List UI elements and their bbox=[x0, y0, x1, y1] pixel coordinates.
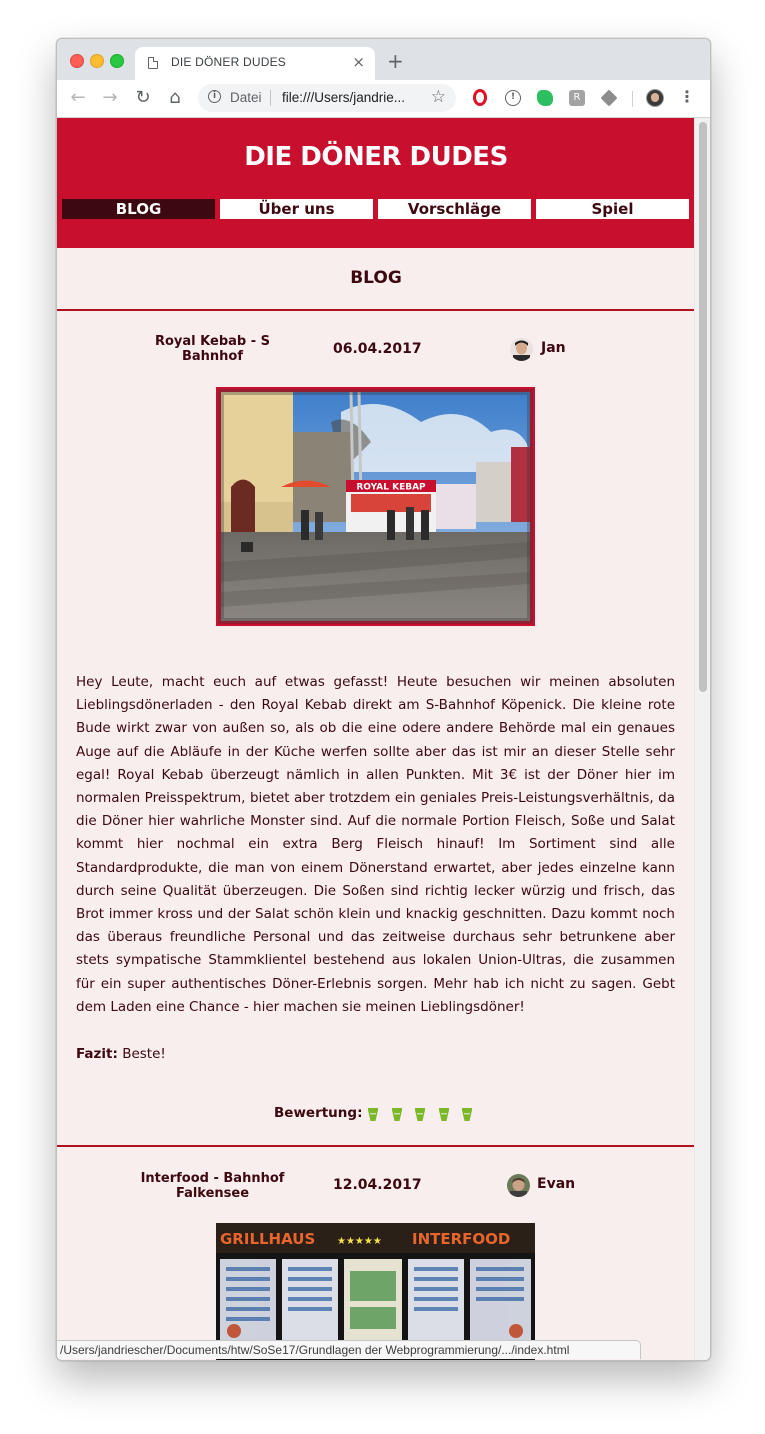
rating-label: Bewertung: bbox=[274, 1105, 363, 1121]
browser-window: DIE DÖNER DUDES × + ← → ↻ ⌂ i Datei file… bbox=[56, 38, 711, 1361]
r-icon[interactable]: R bbox=[569, 90, 585, 106]
forward-arrow-icon[interactable]: → bbox=[99, 87, 121, 108]
tab-title: DIE DÖNER DUDES bbox=[171, 55, 287, 69]
rating-doener-icon bbox=[438, 1107, 449, 1121]
author-name: Jan bbox=[541, 340, 566, 356]
url-scheme-label: Datei bbox=[230, 90, 262, 105]
scrollbar[interactable] bbox=[694, 118, 710, 1360]
image-sign-stars: ★★★★★ bbox=[337, 1236, 382, 1247]
evernote-icon[interactable] bbox=[537, 90, 553, 106]
main-nav: BLOG Über uns Vorschläge Spiel bbox=[62, 199, 689, 220]
post-date: 12.04.2017 bbox=[333, 1177, 422, 1193]
rating-doener-icon bbox=[391, 1107, 402, 1121]
rating-doener-icon bbox=[368, 1107, 378, 1121]
post-title: Royal Kebab - S Bahnhof bbox=[154, 334, 271, 364]
new-tab-button[interactable]: + bbox=[387, 49, 404, 73]
status-bar: /Users/jandriescher/Documents/htw/SoSe17… bbox=[57, 1340, 641, 1359]
verdict-label: Fazit: bbox=[76, 1046, 118, 1062]
close-icon[interactable]: × bbox=[352, 53, 365, 71]
divider bbox=[270, 90, 271, 106]
image-sign-text: INTERFOOD bbox=[412, 1230, 510, 1248]
url-text[interactable]: file:///Users/jandrie... bbox=[282, 90, 405, 105]
avatar bbox=[510, 338, 533, 361]
address-bar[interactable]: i Datei file:///Users/jandrie... ☆ bbox=[198, 84, 456, 112]
divider bbox=[57, 1145, 695, 1147]
rating-doener-icon bbox=[415, 1107, 425, 1121]
verdict-text: Beste! bbox=[122, 1046, 166, 1062]
maximize-window-button[interactable] bbox=[110, 54, 124, 68]
layers-icon[interactable] bbox=[600, 89, 618, 107]
nav-item-blog[interactable]: BLOG bbox=[62, 199, 215, 219]
image-sign-text: GRILLHAUS bbox=[220, 1230, 315, 1248]
info-icon[interactable]: ! bbox=[505, 90, 521, 106]
page-icon bbox=[148, 57, 158, 69]
divider bbox=[632, 91, 633, 107]
close-window-button[interactable] bbox=[70, 54, 84, 68]
author-name: Evan bbox=[537, 1176, 576, 1192]
nav-item-ueber-uns[interactable]: Über uns bbox=[220, 199, 373, 219]
avatar[interactable] bbox=[646, 89, 664, 107]
browser-toolbar: ← → ↻ ⌂ i Datei file:///Users/jandrie...… bbox=[57, 80, 710, 118]
post-title: Interfood - Bahnhof Falkensee bbox=[140, 1171, 285, 1201]
minimize-window-button[interactable] bbox=[90, 54, 104, 68]
back-arrow-icon[interactable]: ← bbox=[67, 87, 89, 108]
menu-icon[interactable]: ⋮ bbox=[679, 87, 695, 106]
post-image-sign: ROYAL KEBAP bbox=[356, 483, 426, 493]
bookmark-star-icon[interactable]: ☆ bbox=[431, 87, 446, 107]
info-icon[interactable]: i bbox=[208, 90, 221, 103]
site-header: DIE DÖNER DUDES BLOG Über uns Vorschläge… bbox=[57, 118, 695, 248]
rating-doener-icon bbox=[462, 1107, 472, 1121]
post-image: ROYAL KEBAP bbox=[216, 387, 535, 626]
browser-tab[interactable]: DIE DÖNER DUDES × bbox=[135, 47, 375, 80]
page-viewport[interactable]: DIE DÖNER DUDES BLOG Über uns Vorschläge… bbox=[57, 118, 710, 1360]
avatar bbox=[507, 1174, 530, 1197]
nav-item-vorschlaege[interactable]: Vorschläge bbox=[378, 199, 531, 219]
scrollbar-thumb[interactable] bbox=[699, 122, 707, 692]
nav-item-spiel[interactable]: Spiel bbox=[536, 199, 689, 219]
post-verdict: Fazit: Beste! bbox=[76, 1046, 166, 1062]
tab-strip: DIE DÖNER DUDES × + bbox=[57, 39, 710, 80]
site-title: DIE DÖNER DUDES bbox=[244, 142, 508, 172]
divider bbox=[57, 309, 695, 311]
post-date: 06.04.2017 bbox=[333, 341, 422, 357]
opera-icon[interactable] bbox=[473, 89, 487, 106]
post-body: Hey Leute, macht euch auf etwas gefasst!… bbox=[76, 674, 675, 1015]
reload-icon[interactable]: ↻ bbox=[132, 87, 154, 108]
section-heading: BLOG bbox=[350, 268, 402, 288]
home-icon[interactable]: ⌂ bbox=[164, 87, 186, 108]
